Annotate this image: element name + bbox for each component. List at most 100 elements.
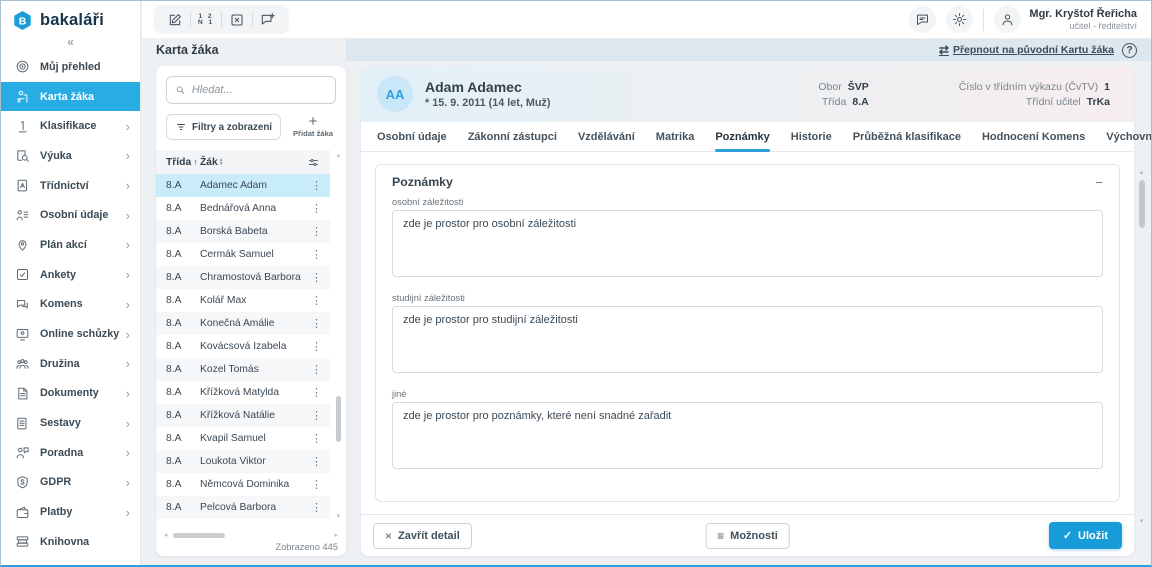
detail-tab[interactable]: Historie (791, 122, 832, 151)
row-menu-icon[interactable]: ⋮ (307, 363, 326, 376)
student-row[interactable]: 8.A Křížková Matylda ⋮ (156, 381, 330, 404)
student-row[interactable]: 8.A Čermák Samuel ⋮ (156, 243, 330, 266)
row-menu-icon[interactable]: ⋮ (307, 271, 326, 284)
student-row[interactable]: 8.A Kolář Max ⋮ (156, 289, 330, 312)
komens-chat-icon (14, 296, 31, 312)
student-row[interactable]: 8.A Bednářová Anna ⋮ (156, 197, 330, 220)
sidebar-item[interactable]: Sestavy › (1, 408, 140, 438)
filters-button[interactable]: Filtry a zobrazení (166, 114, 282, 140)
main-area: 1 2N 1 Mgr. Kryštof Řeřicha učitel - řed… (142, 1, 1151, 565)
scroll-up-icon[interactable]: ▴ (337, 152, 341, 159)
meta-value: ŠVP (847, 80, 869, 93)
sidebar-item[interactable]: Knihovna › (1, 527, 140, 557)
detail-tab[interactable]: Vzdělávání (578, 122, 635, 151)
note-field-textarea[interactable]: zde je prostor pro osobní záležitosti (392, 210, 1103, 277)
detail-tab[interactable]: Osobní údaje (377, 122, 447, 151)
scroll-right-icon[interactable]: ▸ (334, 531, 338, 539)
student-row[interactable]: 8.A Kvapil Samuel ⋮ (156, 427, 330, 450)
sidebar-item[interactable]: Výuka › (1, 141, 140, 171)
row-menu-icon[interactable]: ⋮ (307, 202, 326, 215)
scrollbar-thumb[interactable] (336, 396, 341, 442)
sidebar-item[interactable]: Poradna › (1, 438, 140, 468)
sidebar-item[interactable]: Můj přehled › (1, 52, 140, 82)
sidebar-nav: Můj přehled › Karta žáka › Klasifikace › (1, 52, 140, 557)
scroll-down-icon[interactable]: ▾ (1140, 518, 1144, 526)
user-menu[interactable]: Mgr. Kryštof Řeřicha učitel - ředitelstv… (994, 6, 1137, 33)
scroll-up-icon[interactable]: ▴ (1140, 169, 1144, 177)
detail-tab[interactable]: Hodnocení Komens (982, 122, 1085, 151)
sidebar-item[interactable]: Komens › (1, 290, 140, 320)
row-menu-icon[interactable]: ⋮ (307, 478, 326, 491)
sidebar-item[interactable]: Dokumenty › (1, 379, 140, 409)
student-full-name: Adam Adamec (425, 79, 522, 95)
save-button[interactable]: ✓ Uložit (1048, 522, 1122, 549)
sidebar-item[interactable]: Platby › (1, 497, 140, 527)
detail-tab[interactable]: Matrika (656, 122, 695, 151)
message-add-tool-icon[interactable] (253, 5, 283, 34)
row-menu-icon[interactable]: ⋮ (307, 432, 326, 445)
detail-tab[interactable]: Zákonní zástupci (468, 122, 557, 151)
student-row[interactable]: 8.A Chramostová Barbora ⋮ (156, 266, 330, 289)
sidebar-item[interactable]: Plán akcí › (1, 230, 140, 260)
column-header-class[interactable]: Třída ↑ (166, 157, 200, 168)
detail-tab[interactable]: Průběžná klasifikace (853, 122, 961, 151)
switch-card-link[interactable]: ⇄ Přepnout na původní Kartu žáka (939, 43, 1114, 57)
student-row[interactable]: 8.A Kozel Tomás ⋮ (156, 358, 330, 381)
row-menu-icon[interactable]: ⋮ (307, 501, 326, 514)
row-menu-icon[interactable]: ⋮ (307, 248, 326, 261)
add-student-button[interactable]: + Přidat žáka (290, 114, 336, 138)
gear-icon[interactable] (946, 6, 974, 33)
sidebar-item[interactable]: GDPR › (1, 468, 140, 498)
student-row[interactable]: 8.A Němcová Dominika ⋮ (156, 473, 330, 496)
grades-tool-icon[interactable]: 1 2N 1 (191, 5, 221, 34)
search-input[interactable] (191, 84, 327, 96)
row-menu-icon[interactable]: ⋮ (307, 386, 326, 399)
help-icon[interactable]: ? (1122, 42, 1137, 58)
note-field: studijní záležitosti zde je prostor pro … (392, 293, 1103, 378)
sidebar-item[interactable]: Třídnictví › (1, 171, 140, 201)
scroll-down-icon[interactable]: ▾ (337, 513, 341, 520)
student-row[interactable]: 8.A Kovácsová Izabela ⋮ (156, 335, 330, 358)
row-menu-icon[interactable]: ⋮ (307, 409, 326, 422)
scroll-left-icon[interactable]: ◂ (164, 531, 168, 539)
scrollbar-thumb[interactable] (1138, 180, 1145, 228)
collapse-minus-icon[interactable]: − (1095, 176, 1103, 189)
note-field-label: jiné (392, 389, 407, 399)
brand-logo[interactable]: B bakaláři (1, 1, 140, 34)
student-row[interactable]: 8.A Křížková Natálie ⋮ (156, 404, 330, 427)
row-menu-icon[interactable]: ⋮ (307, 225, 326, 238)
row-menu-icon[interactable]: ⋮ (307, 340, 326, 353)
column-settings-icon[interactable] (307, 156, 320, 169)
detail-tab[interactable]: Výchovná opatření (1106, 122, 1151, 151)
sidebar-item[interactable]: Karta žáka › (1, 81, 140, 112)
meta-value: TrKa (1086, 95, 1110, 108)
student-row[interactable]: 8.A Konečná Amálie ⋮ (156, 312, 330, 335)
sidebar-item-label: Výuka (40, 149, 72, 162)
student-row[interactable]: 8.A Borská Babeta ⋮ (156, 220, 330, 243)
note-field-textarea[interactable]: zde je prostor pro studijní záležitosti (392, 306, 1103, 373)
column-header-student[interactable]: Žák ▴ ▾ (200, 157, 223, 168)
absence-tool-icon[interactable] (222, 5, 252, 34)
student-row[interactable]: 8.A Loukota Viktor ⋮ (156, 450, 330, 473)
row-menu-icon[interactable]: ⋮ (307, 455, 326, 468)
sidebar-collapse-icon[interactable]: « (1, 34, 140, 52)
sidebar-item[interactable]: Družina › (1, 349, 140, 379)
row-menu-icon[interactable]: ⋮ (307, 179, 326, 192)
sidebar-item[interactable]: Online schůzky › (1, 319, 140, 349)
quick-tools: 1 2N 1 (154, 5, 289, 34)
close-detail-button[interactable]: × Zavřít detail (373, 522, 472, 549)
sidebar-item[interactable]: Klasifikace › (1, 111, 140, 141)
detail-tab[interactable]: Poznámky (715, 122, 771, 152)
chat-bubble-icon[interactable] (909, 6, 937, 33)
list-actions: Filtry a zobrazení + Přidat žáka (166, 114, 336, 140)
scrollbar-thumb[interactable] (172, 532, 225, 538)
sidebar-item[interactable]: Osobní údaje › (1, 200, 140, 230)
row-menu-icon[interactable]: ⋮ (307, 317, 326, 330)
note-field-textarea[interactable]: zde je prostor pro poznámky, které není … (392, 402, 1103, 469)
edit-tool-icon[interactable] (160, 5, 190, 34)
student-row[interactable]: 8.A Adamec Adam ⋮ (156, 174, 330, 197)
row-menu-icon[interactable]: ⋮ (307, 294, 326, 307)
student-row[interactable]: 8.A Pelcová Barbora ⋮ (156, 496, 330, 519)
options-button[interactable]: ≡ Možnosti (705, 522, 790, 549)
sidebar-item[interactable]: Ankety › (1, 260, 140, 290)
